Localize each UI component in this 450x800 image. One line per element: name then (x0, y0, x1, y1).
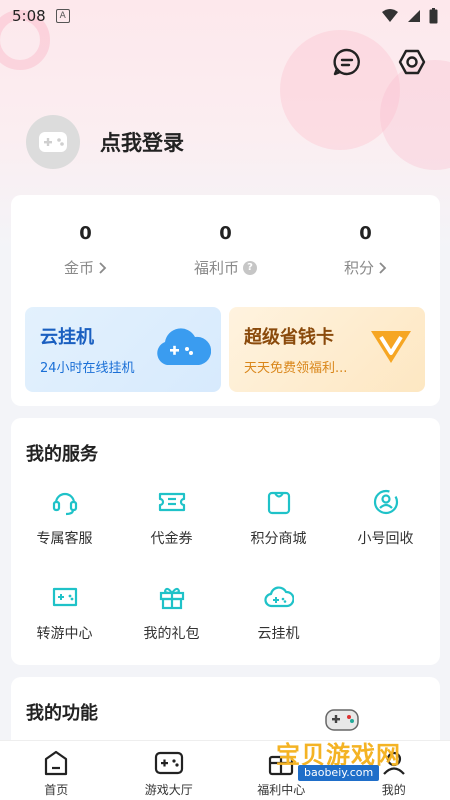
tab-label: 首页 (44, 783, 69, 797)
cloud-hangup-banner[interactable]: 云挂机 24小时在线挂机 (25, 307, 221, 392)
stat-value: 0 (359, 223, 372, 244)
service-cloud-hangup[interactable]: 云挂机 (225, 581, 332, 643)
message-icon (333, 48, 360, 76)
assets-card: 0 金币 0 福利币 ? 0 积分 云挂机 24小时在线挂机 超级省钱卡 天天免… (11, 195, 440, 406)
question-icon[interactable]: ? (243, 260, 257, 275)
service-my-gifts[interactable]: 我的礼包 (118, 581, 225, 643)
home-icon (45, 750, 68, 776)
tab-home[interactable]: 首页 (0, 741, 113, 800)
transfer-game-icon (49, 581, 81, 613)
service-label: 专属客服 (36, 531, 93, 547)
promo-subtitle: 天天免费领福利... (244, 361, 348, 376)
saving-card-banner[interactable]: 超级省钱卡 天天免费领福利... (229, 307, 425, 392)
gamepad-icon (154, 751, 183, 775)
section-title: 我的功能 (26, 703, 98, 724)
stat-label: 积分 (343, 259, 374, 277)
gamepad-avatar-icon (39, 132, 67, 152)
tab-label: 游戏大厅 (144, 783, 193, 797)
service-points-mall[interactable]: 积分商城 (225, 486, 332, 548)
promo-title: 超级省钱卡 (244, 327, 334, 348)
status-time: 5:08 (12, 7, 46, 25)
settings-icon (398, 49, 426, 75)
service-label: 云挂机 (257, 626, 300, 642)
login-label[interactable]: 点我登录 (100, 127, 184, 157)
my-services-card: 我的服务 专属客服 代金券 积分商城 小号回收 转游中心 我的礼包 云挂机 (11, 418, 440, 665)
service-label: 积分商城 (250, 531, 307, 547)
chevron-right-icon (99, 261, 107, 274)
tab-label: 我的 (381, 783, 406, 797)
service-customer-support[interactable]: 专属客服 (11, 486, 118, 548)
headset-icon (49, 486, 81, 518)
stat-label: 金币 (63, 259, 94, 277)
stat-label-row: 积分 (294, 257, 437, 278)
recycle-user-icon (370, 486, 402, 518)
signal-icon (408, 10, 420, 22)
stat-value: 0 (219, 223, 232, 244)
chevron-right-icon (379, 261, 387, 274)
notification-icon: A (55, 9, 70, 23)
vip-badge-icon (371, 331, 411, 363)
status-bar: 5:08 A (0, 0, 450, 32)
profile-login[interactable]: 点我登录 (26, 115, 184, 169)
watermark-gamepad-icon (325, 709, 359, 731)
service-transfer-center[interactable]: 转游中心 (11, 581, 118, 643)
service-label: 小号回收 (357, 531, 414, 547)
stat-label-row: 福利币 ? (154, 257, 297, 278)
gift-icon (156, 581, 188, 613)
promo-subtitle: 24小时在线挂机 (40, 361, 135, 376)
cloud-game-icon (263, 581, 295, 613)
watermark: 宝贝游戏网 baobeiy.com (272, 702, 422, 782)
stat-label-row: 金币 (14, 257, 157, 278)
service-label: 代金券 (150, 531, 193, 547)
battery-icon (429, 8, 438, 24)
avatar[interactable] (26, 115, 80, 169)
settings-button[interactable] (396, 46, 428, 78)
tab-game-hall[interactable]: 游戏大厅 (113, 741, 226, 800)
status-icons (381, 8, 438, 24)
section-title: 我的服务 (26, 444, 98, 465)
wifi-icon (382, 9, 398, 22)
shopping-bag-icon (263, 486, 295, 518)
service-label: 我的礼包 (143, 626, 200, 642)
promo-title: 云挂机 (40, 327, 94, 348)
message-button[interactable] (331, 46, 363, 78)
stat-label: 福利币 (193, 259, 239, 277)
service-coupon[interactable]: 代金券 (118, 486, 225, 548)
watermark-url: baobeiy.com (298, 765, 380, 781)
stat-value: 0 (79, 223, 92, 244)
coupon-icon (156, 486, 188, 518)
cloud-gamepad-icon (157, 328, 211, 365)
tab-label: 福利中心 (257, 783, 306, 797)
service-account-recycle[interactable]: 小号回收 (332, 486, 439, 548)
service-label: 转游中心 (36, 626, 93, 642)
